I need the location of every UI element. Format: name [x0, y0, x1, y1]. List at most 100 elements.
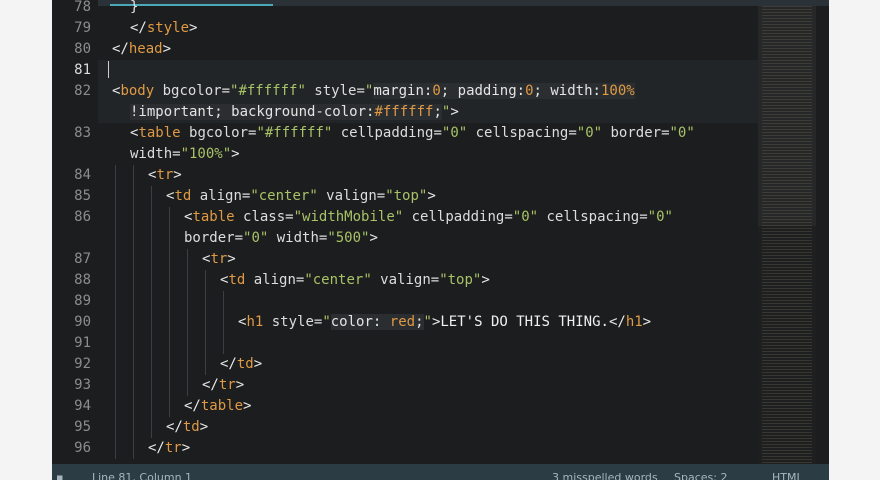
code-line[interactable]: </tr> [98, 438, 810, 459]
indent-guide [151, 375, 152, 396]
indent-guide [169, 249, 170, 270]
code-token: 0 [432, 83, 441, 99]
line-number[interactable]: 81 [52, 60, 91, 81]
code-line[interactable]: </td> [98, 417, 810, 438]
line-number[interactable]: 94 [52, 396, 91, 417]
code-token: tr [218, 377, 236, 393]
code-line[interactable]: <table class="widthMobile" cellpadding="… [98, 207, 810, 228]
code-token: cellspacing= [538, 209, 648, 225]
code-token: </ [148, 440, 165, 456]
indent-guide [151, 270, 152, 291]
panel-toggle-icon[interactable]: ▪ [56, 471, 63, 480]
code-token: align= [245, 272, 305, 288]
line-number[interactable]: 78 [52, 0, 91, 18]
line-number[interactable]: 79 [52, 18, 91, 39]
code-token: width= [130, 146, 181, 162]
code-line[interactable]: </table> [98, 396, 810, 417]
code-text: <body bgcolor="#ffffff" style="margin:0;… [112, 81, 635, 102]
cursor-position[interactable]: Line 81, Column 1 [92, 471, 192, 480]
code-token: " [322, 314, 331, 330]
code-line[interactable]: !important; background-color:#ffffff;"> [98, 102, 810, 123]
code-token: > [181, 440, 191, 456]
line-number[interactable]: 86 [52, 207, 91, 228]
line-number[interactable]: 91 [52, 333, 91, 354]
code-token: "top" [385, 188, 428, 204]
code-text: <table bgcolor="#ffffff" cellpadding="0"… [130, 123, 695, 144]
code-token: </ [220, 356, 237, 372]
syntax-mode[interactable]: HTML [772, 471, 803, 480]
code-token: tr [164, 440, 182, 456]
code-text: </style> [130, 18, 197, 39]
line-number[interactable]: 88 [52, 270, 91, 291]
indentation-setting[interactable]: Spaces: 2 [674, 471, 727, 480]
spelling-status[interactable]: 3 misspelled words [552, 471, 658, 480]
code-token: width= [268, 230, 328, 246]
line-number[interactable]: 82 [52, 81, 91, 102]
line-number[interactable]: 89 [52, 291, 91, 312]
indent-guide [133, 249, 134, 270]
line-number[interactable]: 92 [52, 354, 91, 375]
code-token: class= [234, 209, 294, 225]
code-line[interactable] [98, 291, 810, 312]
indent-guide [115, 270, 116, 291]
line-number[interactable] [52, 102, 91, 123]
minimap[interactable] [758, 6, 816, 466]
indent-guide [133, 186, 134, 207]
code-line[interactable]: </head> [98, 39, 810, 60]
code-line[interactable]: </td> [98, 354, 810, 375]
indent-guide [187, 333, 188, 354]
code-token: "0" [647, 209, 673, 225]
code-token: > [227, 251, 236, 267]
code-line[interactable]: <td align="center" valign="top"> [98, 186, 810, 207]
indent-guide [169, 207, 170, 228]
indent-guide [133, 438, 134, 459]
vertical-scrollbar[interactable] [816, 6, 829, 464]
code-line[interactable]: <table bgcolor="#ffffff" cellpadding="0"… [98, 123, 810, 144]
code-token: valign= [371, 272, 440, 288]
code-token: head [128, 41, 163, 57]
code-line[interactable]: <body bgcolor="#ffffff" style="margin:0;… [98, 81, 810, 102]
code-line[interactable]: </style> [98, 18, 810, 39]
code-token: "100%" [180, 146, 232, 162]
code-area[interactable]: } </style> </head> <body bgcolor="#ffffff" … [98, 0, 810, 464]
code-line[interactable]: </tr> [98, 375, 810, 396]
code-token: 100% [600, 83, 635, 99]
code-line[interactable]: <tr> [98, 165, 810, 186]
code-token: cellspacing= [467, 125, 577, 141]
indent-guide [187, 375, 188, 396]
line-number[interactable] [52, 228, 91, 249]
code-token: ; [433, 104, 442, 120]
code-token: > [231, 146, 240, 162]
line-number[interactable]: 85 [52, 186, 91, 207]
line-number[interactable]: 87 [52, 249, 91, 270]
code-line[interactable]: <tr> [98, 249, 810, 270]
code-line[interactable]: <td align="center" valign="top"> [98, 270, 810, 291]
line-number[interactable]: 80 [52, 39, 91, 60]
indent-guide [133, 375, 134, 396]
indent-guide [205, 312, 206, 333]
indent-guide [205, 333, 206, 354]
code-line[interactable] [98, 333, 810, 354]
line-number[interactable] [52, 144, 91, 165]
code-token: valign= [317, 188, 386, 204]
line-number[interactable]: 84 [52, 165, 91, 186]
indent-guide [187, 249, 188, 270]
code-line[interactable]: } [98, 0, 810, 18]
code-line[interactable]: border="0" width="500"> [98, 228, 810, 249]
line-number[interactable]: 83 [52, 123, 91, 144]
indent-guide [187, 291, 188, 312]
code-line[interactable]: width="100%"> [98, 144, 810, 165]
code-line[interactable]: <h1 style="color: red;">LET'S DO THIS TH… [98, 312, 810, 333]
line-number[interactable]: 90 [52, 312, 91, 333]
code-line[interactable] [98, 60, 810, 81]
indent-guide [133, 333, 134, 354]
indent-guide [169, 354, 170, 375]
indent-guide [151, 249, 152, 270]
code-token: </ [202, 377, 219, 393]
line-number[interactable]: 95 [52, 417, 91, 438]
line-number[interactable]: 93 [52, 375, 91, 396]
code-token: "0" [669, 125, 695, 141]
code-text: <td align="center" valign="top"> [220, 270, 490, 291]
line-number[interactable]: 96 [52, 438, 91, 459]
code-text: </head> [112, 39, 171, 60]
